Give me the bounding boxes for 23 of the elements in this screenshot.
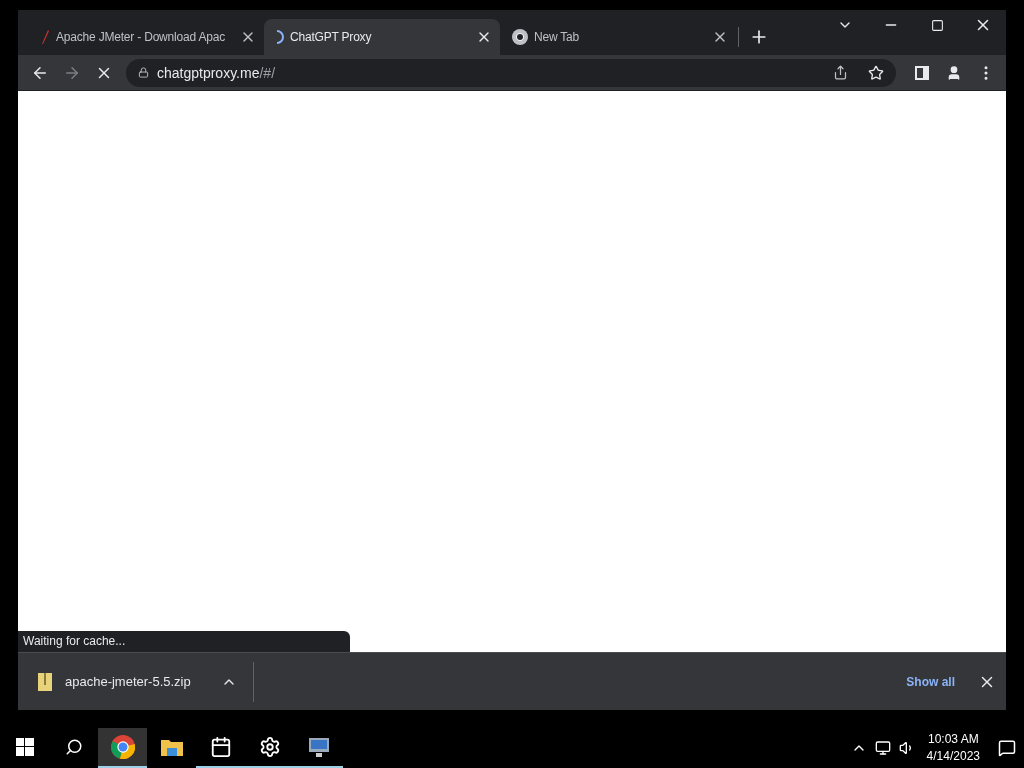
taskbar-app[interactable] [98, 728, 147, 768]
calendar-icon [209, 736, 232, 758]
folder-icon [160, 738, 183, 756]
chrome-icon [110, 735, 135, 759]
search-icon[interactable] [64, 738, 83, 756]
lock-icon [138, 67, 149, 78]
status-text: Waiting for cache... [18, 631, 350, 652]
browser-tab[interactable]: New Tab [500, 19, 736, 55]
computer-icon [306, 736, 331, 758]
chrome-icon [512, 29, 528, 45]
windows-icon[interactable] [15, 738, 34, 756]
address-bar[interactable]: chatgptproxy.me/#/ [126, 58, 896, 87]
notification-icon[interactable] [998, 739, 1016, 757]
browser-tab[interactable]: Apache JMeter - Download Apac [28, 19, 264, 55]
show-all-link[interactable]: Show all [906, 674, 955, 689]
network-icon[interactable] [874, 740, 891, 756]
loading-spinner-icon [276, 30, 284, 44]
browser-tab[interactable]: ChatGPT Proxy [264, 19, 500, 55]
maximize-icon[interactable] [930, 18, 944, 32]
download-item[interactable]: apache-jmeter-5.5.zip [18, 661, 254, 702]
zip-file-icon [38, 672, 52, 691]
clock[interactable]: 10:03 AM 4/14/2023 [926, 731, 980, 765]
settings-icon [258, 736, 281, 758]
